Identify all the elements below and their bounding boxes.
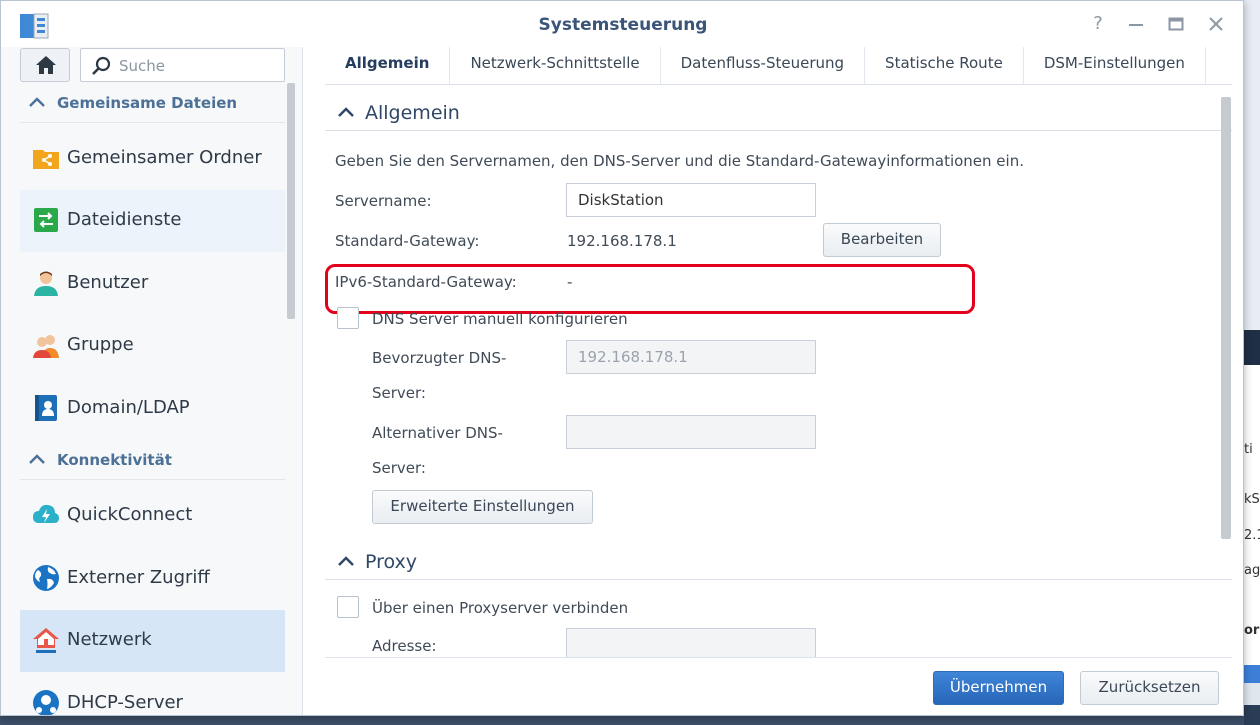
search-input[interactable]: Suche <box>119 57 165 75</box>
home-button[interactable] <box>20 48 70 82</box>
sidebar-item-file-services[interactable]: Dateidienste <box>20 190 285 252</box>
ipv6-gateway-label: IPv6-Standard-Gateway: <box>335 273 517 291</box>
minimize-icon[interactable] <box>1125 13 1147 35</box>
section-shared-files[interactable]: Gemeinsame Dateien <box>20 85 285 123</box>
sidebar-item-quickconnect[interactable]: QuickConnect <box>20 485 285 547</box>
tab-static-route[interactable]: Statische Route <box>865 47 1024 85</box>
preferred-dns-field[interactable]: 192.168.178.1 <box>566 340 816 374</box>
ipv6-gateway-value: - <box>567 273 573 291</box>
globe-icon <box>33 565 59 591</box>
tab-dsm-settings[interactable]: DSM-Einstellungen <box>1024 47 1206 85</box>
background-window: ti kS 2.1 ag or <box>1244 0 1260 725</box>
preferred-dns-label: Bevorzugter DNS- <box>372 349 507 367</box>
chevron-up-icon <box>29 97 45 107</box>
chevron-up-icon <box>338 556 354 566</box>
main-scrollbar[interactable] <box>1221 97 1231 539</box>
sidebar-item-label: Gemeinsamer Ordner <box>67 147 262 168</box>
title-bar[interactable]: Systemsteuerung ? <box>1 1 1243 47</box>
tab-general[interactable]: Allgemein <box>325 47 451 85</box>
tab-traffic-control[interactable]: Datenfluss-Steuerung <box>661 47 866 85</box>
reset-button[interactable]: Zurücksetzen <box>1080 671 1219 705</box>
preferred-dns-label-line2: Server: <box>372 384 426 402</box>
group-title: Proxy <box>365 551 418 573</box>
servername-field[interactable]: DiskStation <box>566 183 816 217</box>
background-text: ag <box>1244 563 1260 578</box>
sidebar-item-label: Domain/LDAP <box>67 397 190 418</box>
sidebar-item-label: Externer Zugriff <box>67 567 210 588</box>
chevron-up-icon <box>338 107 354 117</box>
section-label: Gemeinsame Dateien <box>57 94 238 112</box>
home-icon <box>36 56 56 74</box>
sidebar-item-label: Benutzer <box>67 272 149 293</box>
general-description: Geben Sie den Servernamen, den DNS-Serve… <box>335 152 1024 170</box>
dns-manual-checkbox[interactable] <box>337 307 359 329</box>
proxy-address-label: Adresse: <box>372 637 437 655</box>
sidebar-item-label: Gruppe <box>67 334 134 355</box>
section-connectivity[interactable]: Konnektivität <box>20 442 285 480</box>
sidebar-item-label: Dateidienste <box>67 209 182 230</box>
user-icon <box>34 271 58 296</box>
gateway-value: 192.168.178.1 <box>567 232 677 250</box>
close-icon[interactable] <box>1205 13 1227 35</box>
shared-folder-icon <box>33 150 59 169</box>
sidebar-scrollbar[interactable] <box>287 83 295 319</box>
group-title: Allgemein <box>365 102 460 124</box>
background-text: ti <box>1244 442 1253 457</box>
background-text: or <box>1244 623 1260 638</box>
proxy-connect-label: Über einen Proxyserver verbinden <box>372 599 629 617</box>
alternative-dns-label-line2: Server: <box>372 459 426 477</box>
sidebar-item-label: QuickConnect <box>67 504 193 525</box>
group-proxy-header[interactable]: Proxy <box>325 546 1232 580</box>
edit-gateway-button[interactable]: Bearbeiten <box>823 223 941 257</box>
group-general-header[interactable]: Allgemein <box>325 97 1232 131</box>
control-panel-window: Systemsteuerung ? Suche Gemeinsame Datei… <box>0 0 1244 716</box>
background-text: kS <box>1244 492 1260 507</box>
sidebar-item-domain-ldap[interactable]: Domain/LDAP <box>20 378 285 440</box>
sidebar-item-label: Netzwerk <box>67 629 152 650</box>
sidebar: Suche Gemeinsame Dateien Gemeinsamer Ord… <box>1 47 303 715</box>
tab-bar: Allgemein Netzwerk-Schnittstelle Datenfl… <box>325 47 1232 85</box>
section-label: Konnektivität <box>57 451 172 469</box>
search-box[interactable]: Suche <box>80 48 285 82</box>
main-panel: Allgemein Netzwerk-Schnittstelle Datenfl… <box>304 47 1243 715</box>
proxy-checkbox[interactable] <box>337 596 359 618</box>
chevron-up-icon <box>29 454 45 464</box>
sidebar-item-dhcp-server[interactable]: DHCP-Server <box>20 673 285 715</box>
window-title: Systemsteuerung <box>538 15 708 35</box>
file-services-icon <box>34 208 58 232</box>
sidebar-item-user[interactable]: Benutzer <box>20 253 285 315</box>
maximize-icon[interactable] <box>1165 13 1187 35</box>
domain-ldap-icon <box>35 395 57 421</box>
sidebar-item-label: DHCP-Server <box>67 692 183 713</box>
footer-bar: Übernehmen Zurücksetzen <box>325 657 1232 715</box>
background-text: 2.1 <box>1244 528 1260 543</box>
network-home-icon <box>33 628 59 653</box>
apply-button[interactable]: Übernehmen <box>933 671 1064 705</box>
quickconnect-icon <box>33 504 59 523</box>
gateway-label: Standard-Gateway: <box>335 232 480 250</box>
search-icon <box>92 56 111 75</box>
sidebar-item-shared-folder[interactable]: Gemeinsamer Ordner <box>20 128 285 190</box>
help-icon[interactable]: ? <box>1087 13 1109 35</box>
sidebar-item-group[interactable]: Gruppe <box>20 315 285 377</box>
alternative-dns-label: Alternativer DNS- <box>372 424 503 442</box>
dhcp-server-icon <box>33 690 59 715</box>
alternative-dns-field[interactable] <box>566 415 816 449</box>
advanced-settings-button[interactable]: Erweiterte Einstellungen <box>372 490 593 524</box>
sidebar-item-network[interactable]: Netzwerk <box>20 610 285 672</box>
proxy-address-field[interactable] <box>566 628 816 657</box>
servername-label: Servername: <box>335 192 432 210</box>
group-icon <box>33 335 59 358</box>
settings-scroll-area[interactable]: Allgemein Geben Sie den Servernamen, den… <box>325 97 1232 657</box>
sidebar-item-external-access[interactable]: Externer Zugriff <box>20 548 285 610</box>
dns-manual-label: DNS Server manuell konfigurieren <box>372 310 628 328</box>
tab-network-interface[interactable]: Netzwerk-Schnittstelle <box>450 47 661 85</box>
